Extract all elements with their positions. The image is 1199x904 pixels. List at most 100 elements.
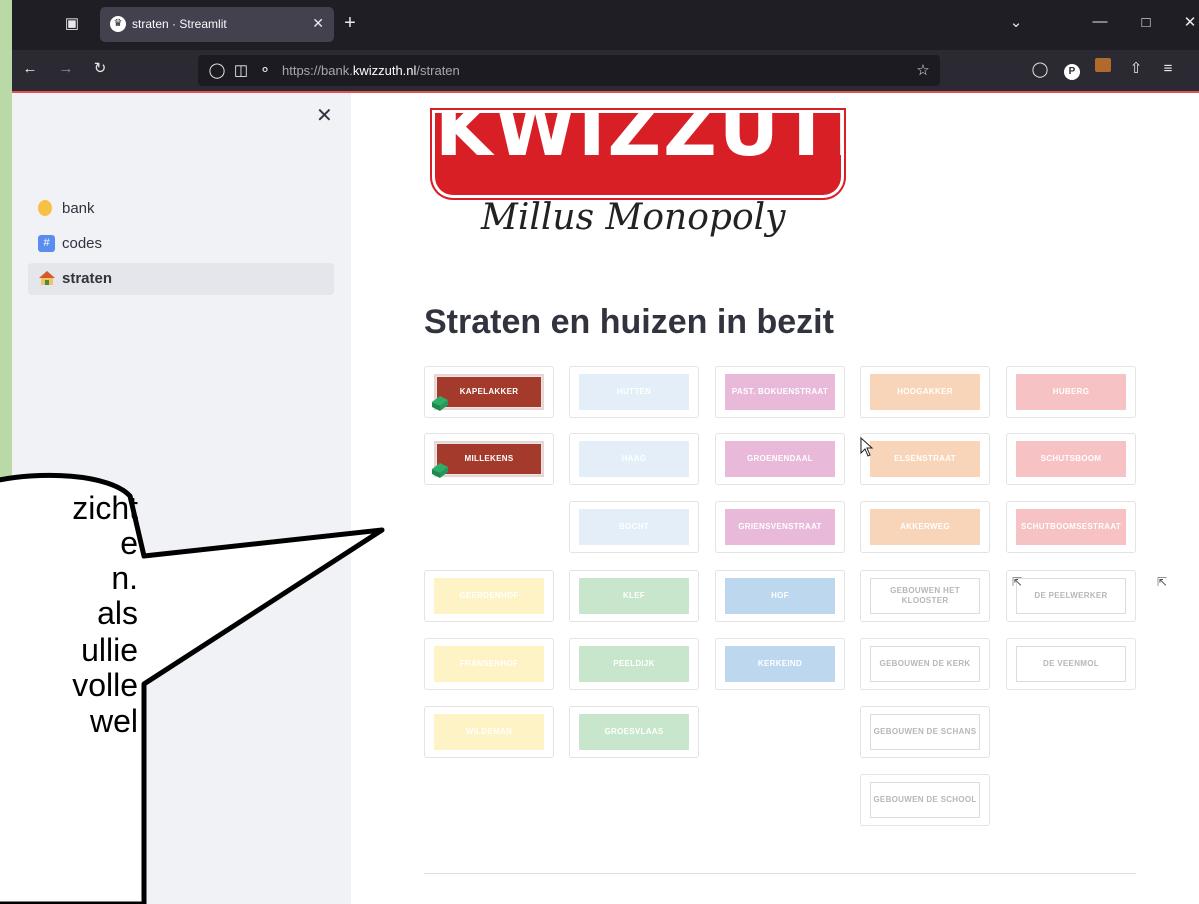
speech-bubble-line: e [120,525,138,561]
street-tile[interactable]: GEBOUWEN DE SCHOOL [860,774,990,826]
street-label: HAAG [579,441,689,477]
street-label: GEBOUWEN DE KERK [870,646,980,682]
street-tile[interactable]: HAAG [569,433,699,485]
street-tile[interactable]: DE VEENMOL [1006,638,1136,690]
green-house-icon [432,463,448,478]
key-icon[interactable]: ⚬ [256,61,274,81]
street-label: HOOGAKKER [870,374,980,410]
street-tile[interactable]: GRIENSVENSTRAAT [715,501,845,553]
bookmark-star-icon[interactable]: ☆ [914,61,932,81]
street-tile[interactable]: AKKERWEG [860,501,990,553]
green-house-icon [432,396,448,411]
street-label: GEERDENHOF [434,578,544,614]
street-label: GEBOUWEN HET KLOOSTER [870,578,980,614]
lock-icon[interactable]: ◫ [232,61,250,81]
sidebar-item-straten[interactable]: straten [28,263,334,295]
street-label: SCHUTSBOOM [1016,441,1126,477]
extension-p-icon[interactable]: P [1062,60,1082,80]
sidebar-item-label: straten [62,270,113,287]
share-icon[interactable]: ⇧ [1126,59,1146,79]
street-label: HUTTEN [579,374,689,410]
street-tile[interactable]: GEBOUWEN DE SCHANS [860,706,990,758]
street-tile[interactable]: HUTTEN [569,366,699,418]
street-tile[interactable]: GROENENDAAL [715,433,845,485]
street-label: PAST. BOKUENSTRAAT [725,374,835,410]
street-label: GROESVLAAS [579,714,689,750]
street-label: HOF [725,578,835,614]
street-tile[interactable]: KLEF [569,570,699,622]
main-content: KWIZZUTH Millus Monopoly Straten en huiz… [351,93,1199,904]
expand-icon[interactable]: ⇱ [1012,575,1022,589]
house-icon [38,270,55,287]
street-tile[interactable]: BOCHT [569,501,699,553]
street-tile[interactable]: PEELDIJK [569,638,699,690]
street-label: GROENENDAAL [725,441,835,477]
sidebar-close-icon[interactable]: ✕ [316,103,333,128]
close-window-icon[interactable]: ✕ [1180,13,1199,33]
street-tile[interactable]: KERKEIND [715,638,845,690]
menu-icon[interactable]: ≡ [1158,59,1178,79]
speech-bubble-line: ullie [81,632,138,668]
extension-badge-icon[interactable] [1092,58,1114,78]
street-label: HUBERG [1016,374,1126,410]
street-label: SCHUTBOOMSESTRAAT [1016,509,1126,545]
street-label: DE VEENMOL [1016,646,1126,682]
street-label: KLEF [579,578,689,614]
streamlit-crown-icon: ♛ [110,16,126,32]
browser-window: ▣ ♛ straten · Streamlit ✕ + ⌄ — □ ✕ ← → … [12,0,1199,904]
street-tile[interactable]: ELSENSTRAAT [860,433,990,485]
street-label: GEBOUWEN DE SCHOOL [870,782,980,818]
speech-bubble-line: zicht [72,490,138,526]
tab-close-icon[interactable]: ✕ [312,15,324,32]
street-label: ELSENSTRAAT [870,441,980,477]
street-tile[interactable]: HOOGAKKER [860,366,990,418]
pocket-icon[interactable]: ◯ [1030,60,1050,80]
shield-icon[interactable]: ◯ [208,61,226,81]
street-label: GRIENSVENSTRAAT [725,509,835,545]
logo-text: KWIZZUTH [435,113,841,173]
street-tile[interactable]: GROESVLAAS [569,706,699,758]
street-tile[interactable]: PAST. BOKUENSTRAAT [715,366,845,418]
minimize-icon[interactable]: — [1090,12,1110,32]
street-tile[interactable]: MILLEKENS [424,433,554,485]
forward-icon[interactable]: → [56,59,76,79]
street-label: DE PEELWERKER [1016,578,1126,614]
tab-list-chevron-icon[interactable]: ⌄ [1006,13,1026,33]
street-tile[interactable]: FRANSENHOF [424,638,554,690]
speech-bubble-line: wel [89,703,138,739]
street-tile[interactable]: DE PEELWERKER [1006,570,1136,622]
url-bar[interactable]: ◯ ◫ ⚬ https://bank.kwizzuth.nl/straten ☆ [198,55,940,86]
street-tile[interactable]: KAPELAKKER [424,366,554,418]
hash-icon: # [38,235,55,252]
street-tile[interactable]: GEBOUWEN HET KLOOSTER [860,570,990,622]
street-tile[interactable]: SCHUTBOOMSESTRAAT [1006,501,1136,553]
street-tile[interactable]: GEBOUWEN DE KERK [860,638,990,690]
tab-overview-icon[interactable]: ▣ [62,14,82,34]
street-tile[interactable]: SCHUTSBOOM [1006,433,1136,485]
back-icon[interactable]: ← [20,59,40,79]
street-label: BOCHT [579,509,689,545]
navigation-bar: ← → ↻ ◯ ◫ ⚬ https://bank.kwizzuth.nl/str… [12,50,1199,91]
street-label: GEBOUWEN DE SCHANS [870,714,980,750]
expand-icon[interactable]: ⇱ [1157,575,1167,589]
reload-icon[interactable]: ↻ [90,59,110,79]
speech-bubble-line: volle [72,667,138,703]
tab-title: straten · Streamlit [132,17,227,31]
street-label: AKKERWEG [870,509,980,545]
mouse-cursor-icon [860,437,874,457]
street-tile[interactable]: HUBERG [1006,366,1136,418]
divider [424,873,1136,874]
url-text[interactable]: https://bank.kwizzuth.nl/straten [282,63,460,78]
street-label: WILDEMAN [434,714,544,750]
sidebar-item-codes[interactable]: # codes [28,228,334,260]
street-tile[interactable]: GEERDENHOF [424,570,554,622]
street-tile[interactable]: WILDEMAN [424,706,554,758]
maximize-icon[interactable]: □ [1136,13,1156,33]
sidebar-item-label: codes [62,235,103,252]
street-tile[interactable]: HOF [715,570,845,622]
sidebar-item-bank[interactable]: bank [28,193,334,225]
sidebar-item-label: bank [62,200,95,217]
lightbulb-icon [38,200,52,216]
browser-tab[interactable]: ♛ straten · Streamlit ✕ [100,7,334,42]
new-tab-icon[interactable]: + [340,13,360,33]
